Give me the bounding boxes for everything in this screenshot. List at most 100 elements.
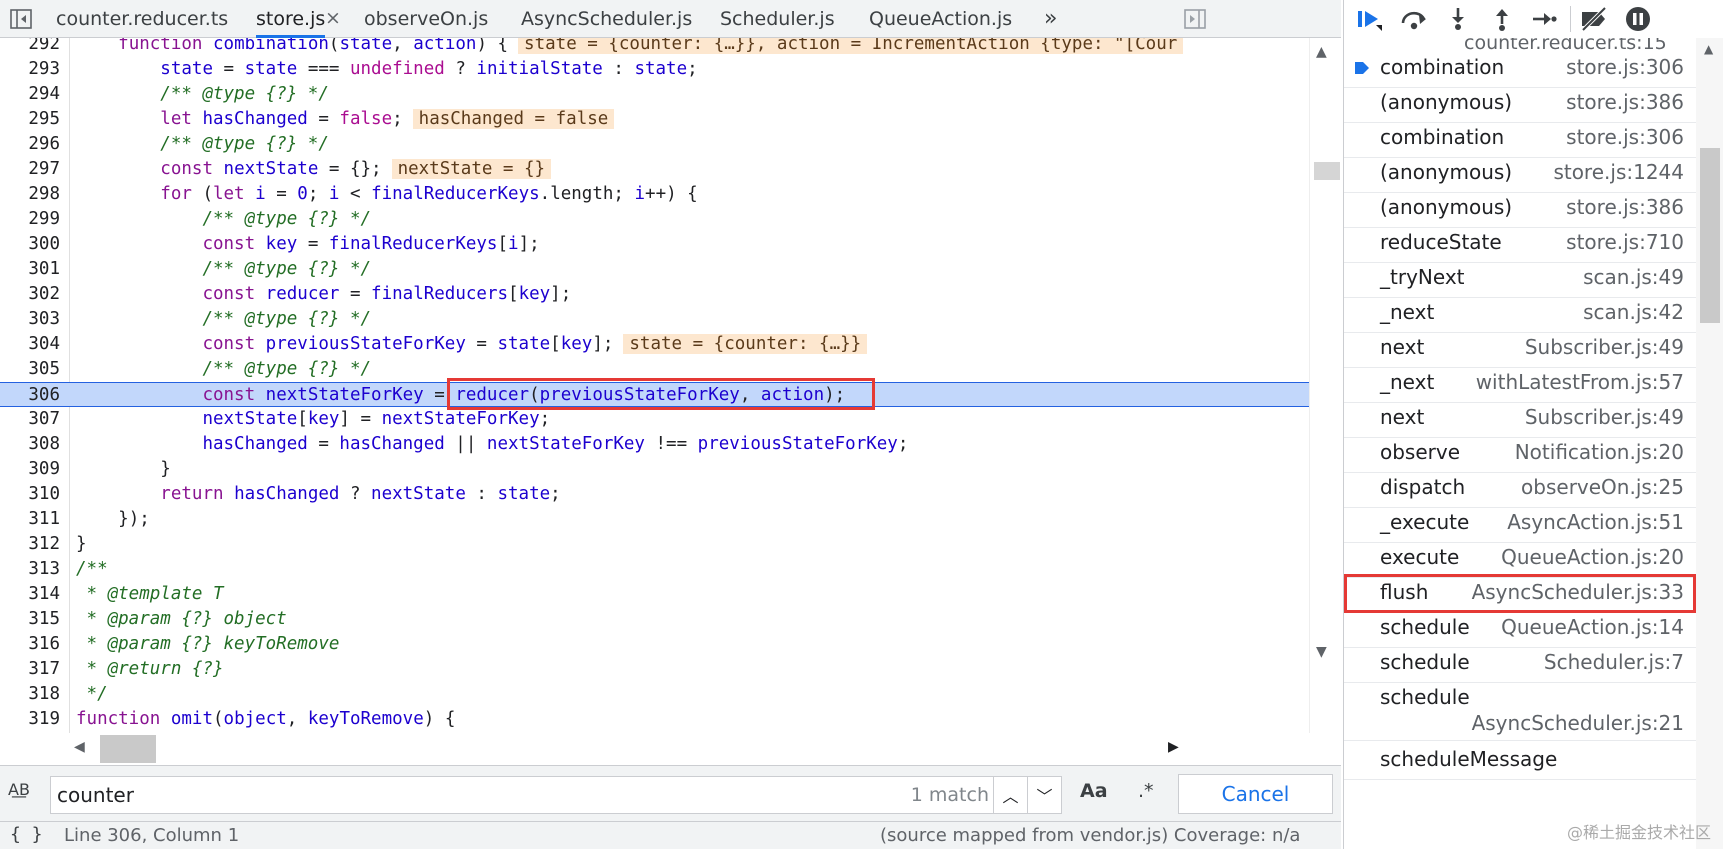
line-number[interactable]: 306 [0, 383, 60, 408]
code-line[interactable]: 310 return hasChanged ? nextState : stat… [0, 482, 1309, 507]
call-frame-location[interactable]: store.js:386 [1566, 195, 1684, 219]
code-line[interactable]: 301 /** @type {?} */ [0, 257, 1309, 282]
code-line[interactable]: 303 /** @type {?} */ [0, 307, 1309, 332]
step-into-button[interactable] [1442, 4, 1474, 34]
call-frame-location[interactable]: AsyncAction.js:51 [1507, 510, 1684, 534]
call-frame-location[interactable]: AsyncScheduler.js:33 [1472, 580, 1684, 604]
line-number[interactable]: 299 [0, 207, 60, 232]
line-number[interactable]: 296 [0, 132, 60, 157]
call-frame[interactable]: flush AsyncScheduler.js:33 [1344, 574, 1696, 613]
call-frame[interactable]: combination store.js:306 [1344, 49, 1696, 88]
code-line[interactable]: 314 * @template T [0, 582, 1309, 607]
call-frame-location[interactable]: Notification.js:20 [1515, 440, 1684, 464]
code-line[interactable]: 302 const reducer = finalReducers[key]; [0, 282, 1309, 307]
call-frame-location[interactable]: Scheduler.js:7 [1544, 650, 1684, 674]
code-line[interactable]: 298 for (let i = 0; i < finalReducerKeys… [0, 182, 1309, 207]
line-number[interactable]: 307 [0, 407, 60, 432]
deactivate-breakpoints-button[interactable] [1578, 4, 1610, 34]
code-line[interactable]: 317 * @return {?} [0, 657, 1309, 682]
call-frame-location[interactable]: Subscriber.js:49 [1525, 405, 1684, 429]
line-number[interactable]: 293 [0, 57, 60, 82]
code-line[interactable]: 309 } [0, 457, 1309, 482]
line-number[interactable]: 312 [0, 532, 60, 557]
editor-horizontal-scroll-thumb[interactable] [100, 735, 156, 763]
code-line[interactable]: 318 */ [0, 682, 1309, 707]
tab-store-js[interactable]: store.js [256, 0, 326, 38]
search-field[interactable]: 1 match ︿ ﹀ [50, 776, 1062, 814]
call-frame-location[interactable]: store.js:306 [1566, 55, 1684, 79]
code-line[interactable]: 311 }); [0, 507, 1309, 532]
call-frame[interactable]: _next scan.js:42 [1344, 294, 1696, 333]
call-frame[interactable]: next Subscriber.js:49 [1344, 399, 1696, 438]
toggle-navigator-icon[interactable] [8, 7, 34, 31]
line-number[interactable]: 298 [0, 182, 60, 207]
line-number[interactable]: 313 [0, 557, 60, 582]
line-number[interactable]: 302 [0, 282, 60, 307]
editor-horizontal-scrollbar[interactable]: ◀ ▶ [70, 733, 1309, 765]
call-frame-location[interactable]: store.js:386 [1566, 90, 1684, 114]
call-frame[interactable]: scheduleMessage [1344, 741, 1696, 780]
match-case-button[interactable]: Aa [1080, 780, 1108, 802]
call-frame-location[interactable]: withLatestFrom.js:57 [1476, 370, 1684, 394]
call-frame[interactable]: observe Notification.js:20 [1344, 434, 1696, 473]
call-frame[interactable]: schedule QueueAction.js:14 [1344, 609, 1696, 648]
code-line[interactable]: 294 /** @type {?} */ [0, 82, 1309, 107]
code-line[interactable]: 319 function omit(object, keyToRemove) { [0, 707, 1309, 732]
more-tabs-icon[interactable]: » [1044, 0, 1057, 38]
close-tab-icon[interactable]: × [325, 0, 341, 36]
line-number[interactable]: 319 [0, 707, 60, 732]
call-frame-location[interactable]: AsyncScheduler.js:21 [1472, 711, 1684, 735]
call-frame[interactable]: next Subscriber.js:49 [1344, 329, 1696, 368]
line-number[interactable]: 304 [0, 332, 60, 357]
tab-queueaction-js[interactable]: QueueAction.js [869, 0, 1012, 38]
previous-match-button[interactable]: ︿ [993, 777, 1027, 813]
scroll-up-icon[interactable]: ▲ [1316, 44, 1327, 60]
search-input[interactable] [57, 777, 957, 813]
cancel-button[interactable]: Cancel [1178, 774, 1333, 814]
call-frame[interactable]: _tryNext scan.js:49 [1344, 259, 1696, 298]
code-line[interactable]: 297 const nextState = {}; nextState = {} [0, 157, 1309, 182]
call-frame[interactable]: execute QueueAction.js:20 [1344, 539, 1696, 578]
tab-observeon-js[interactable]: observeOn.js [364, 0, 488, 38]
scroll-left-icon[interactable]: ◀ [74, 739, 85, 755]
call-frame-location[interactable]: store.js:710 [1566, 230, 1684, 254]
code-line[interactable]: 315 * @param {?} object [0, 607, 1309, 632]
tab-asyncscheduler-js[interactable]: AsyncScheduler.js [521, 0, 692, 38]
pause-on-exceptions-button[interactable] [1622, 4, 1654, 34]
call-frame-location[interactable]: scan.js:49 [1583, 265, 1684, 289]
line-number[interactable]: 297 [0, 157, 60, 182]
line-number[interactable]: 292 [0, 38, 60, 57]
call-frame-location[interactable]: store.js:1244 [1553, 160, 1684, 184]
next-match-button[interactable]: ﹀ [1027, 777, 1061, 813]
scroll-up-icon[interactable]: ▲ [1704, 42, 1713, 56]
code-line[interactable]: 293 state = state === undefined ? initia… [0, 57, 1309, 82]
line-number[interactable]: 303 [0, 307, 60, 332]
line-number[interactable]: 301 [0, 257, 60, 282]
resume-button[interactable] [1354, 4, 1386, 34]
code-line[interactable]: 313 /** [0, 557, 1309, 582]
call-frame-location[interactable]: QueueAction.js:20 [1501, 545, 1684, 569]
line-number[interactable]: 305 [0, 357, 60, 382]
editor-vertical-scroll-thumb[interactable] [1314, 162, 1340, 180]
call-frame[interactable]: _execute AsyncAction.js:51 [1344, 504, 1696, 543]
code-line[interactable]: 300 const key = finalReducerKeys[i]; [0, 232, 1309, 257]
line-number[interactable]: 316 [0, 632, 60, 657]
line-number[interactable]: 300 [0, 232, 60, 257]
step-out-button[interactable] [1486, 4, 1518, 34]
call-frame[interactable]: reduceState store.js:710 [1344, 224, 1696, 263]
scroll-down-icon[interactable]: ▼ [1316, 644, 1327, 660]
line-number[interactable]: 294 [0, 82, 60, 107]
call-frame-location[interactable]: QueueAction.js:14 [1501, 615, 1684, 639]
code-line[interactable]: 307 nextState[key] = nextStateForKey; [0, 407, 1309, 432]
step-over-button[interactable] [1398, 4, 1430, 34]
line-number[interactable]: 314 [0, 582, 60, 607]
line-number[interactable]: 311 [0, 507, 60, 532]
call-frame[interactable]: dispatch observeOn.js:25 [1344, 469, 1696, 508]
call-frame[interactable]: _next withLatestFrom.js:57 [1344, 364, 1696, 403]
code-line[interactable]: 304 const previousStateForKey = state[ke… [0, 332, 1309, 357]
call-frame[interactable]: (anonymous) store.js:386 [1344, 189, 1696, 228]
toggle-debugger-icon[interactable] [1182, 7, 1208, 31]
call-frame[interactable]: (anonymous) store.js:386 [1344, 84, 1696, 123]
call-stack-scrollbar[interactable]: ▲ [1696, 38, 1723, 849]
tab-scheduler-js[interactable]: Scheduler.js [720, 0, 835, 38]
